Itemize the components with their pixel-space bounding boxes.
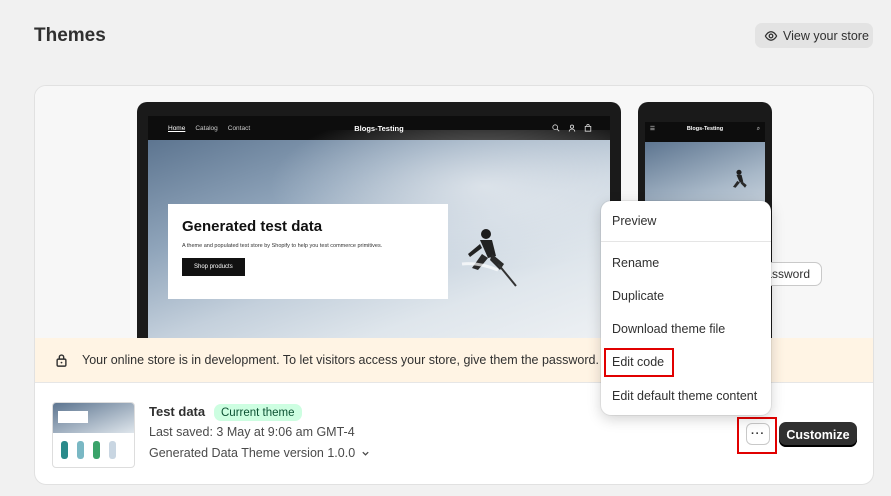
more-button-highlight: [737, 417, 777, 454]
hamburger-icon: ☰: [650, 126, 655, 132]
theme-version-text: Generated Data Theme version 1.0.0: [149, 446, 356, 460]
nav-catalog: Catalog: [195, 124, 218, 132]
shop-products-button: Shop products: [182, 258, 245, 276]
menu-item-rename[interactable]: Rename: [612, 256, 659, 270]
menu-divider: [601, 241, 771, 242]
page-title: Themes: [34, 25, 106, 46]
nav-home: Home: [168, 124, 186, 132]
theme-name: Test data: [149, 404, 206, 419]
hero-subtitle: A theme and populated test store by Shop…: [182, 243, 383, 249]
eye-icon: [764, 30, 778, 41]
skier-illustration: [461, 229, 517, 287]
edit-code-highlight: [604, 348, 674, 377]
hero-image: Generated test data A theme and populate…: [148, 130, 610, 342]
theme-version-toggle[interactable]: Generated Data Theme version 1.0.0: [149, 446, 370, 460]
theme-actions-menu: Preview Rename Duplicate Download theme …: [601, 201, 771, 415]
mobile-search-icon: ⌕: [756, 125, 760, 132]
mobile-store-brand: Blogs-Testing: [686, 126, 724, 132]
last-saved-text: Last saved: 3 May at 9:06 am GMT-4: [149, 425, 355, 439]
hero-title: Generated test data: [182, 218, 323, 235]
hero-card: Generated test data A theme and populate…: [168, 204, 448, 299]
menu-item-edit-default-theme-content[interactable]: Edit default theme content: [612, 389, 757, 403]
desktop-preview: Home Catalog Contact Blogs-Testing Gener…: [137, 102, 621, 342]
lock-icon: [56, 354, 67, 367]
mobile-skier-illustration: [733, 169, 747, 188]
view-store-button[interactable]: View your store: [755, 23, 873, 48]
banner-message: Your online store is in development. To …: [82, 353, 599, 367]
current-theme-badge: Current theme: [214, 404, 302, 421]
menu-item-duplicate[interactable]: Duplicate: [612, 289, 664, 303]
view-store-label: View your store: [783, 28, 869, 43]
chevron-down-icon: [362, 451, 369, 456]
menu-item-download-theme-file[interactable]: Download theme file: [612, 322, 725, 336]
theme-thumbnail[interactable]: [52, 402, 135, 468]
nav-contact: Contact: [227, 124, 251, 132]
menu-item-preview[interactable]: Preview: [612, 214, 656, 228]
customize-button[interactable]: Customize: [779, 422, 857, 447]
